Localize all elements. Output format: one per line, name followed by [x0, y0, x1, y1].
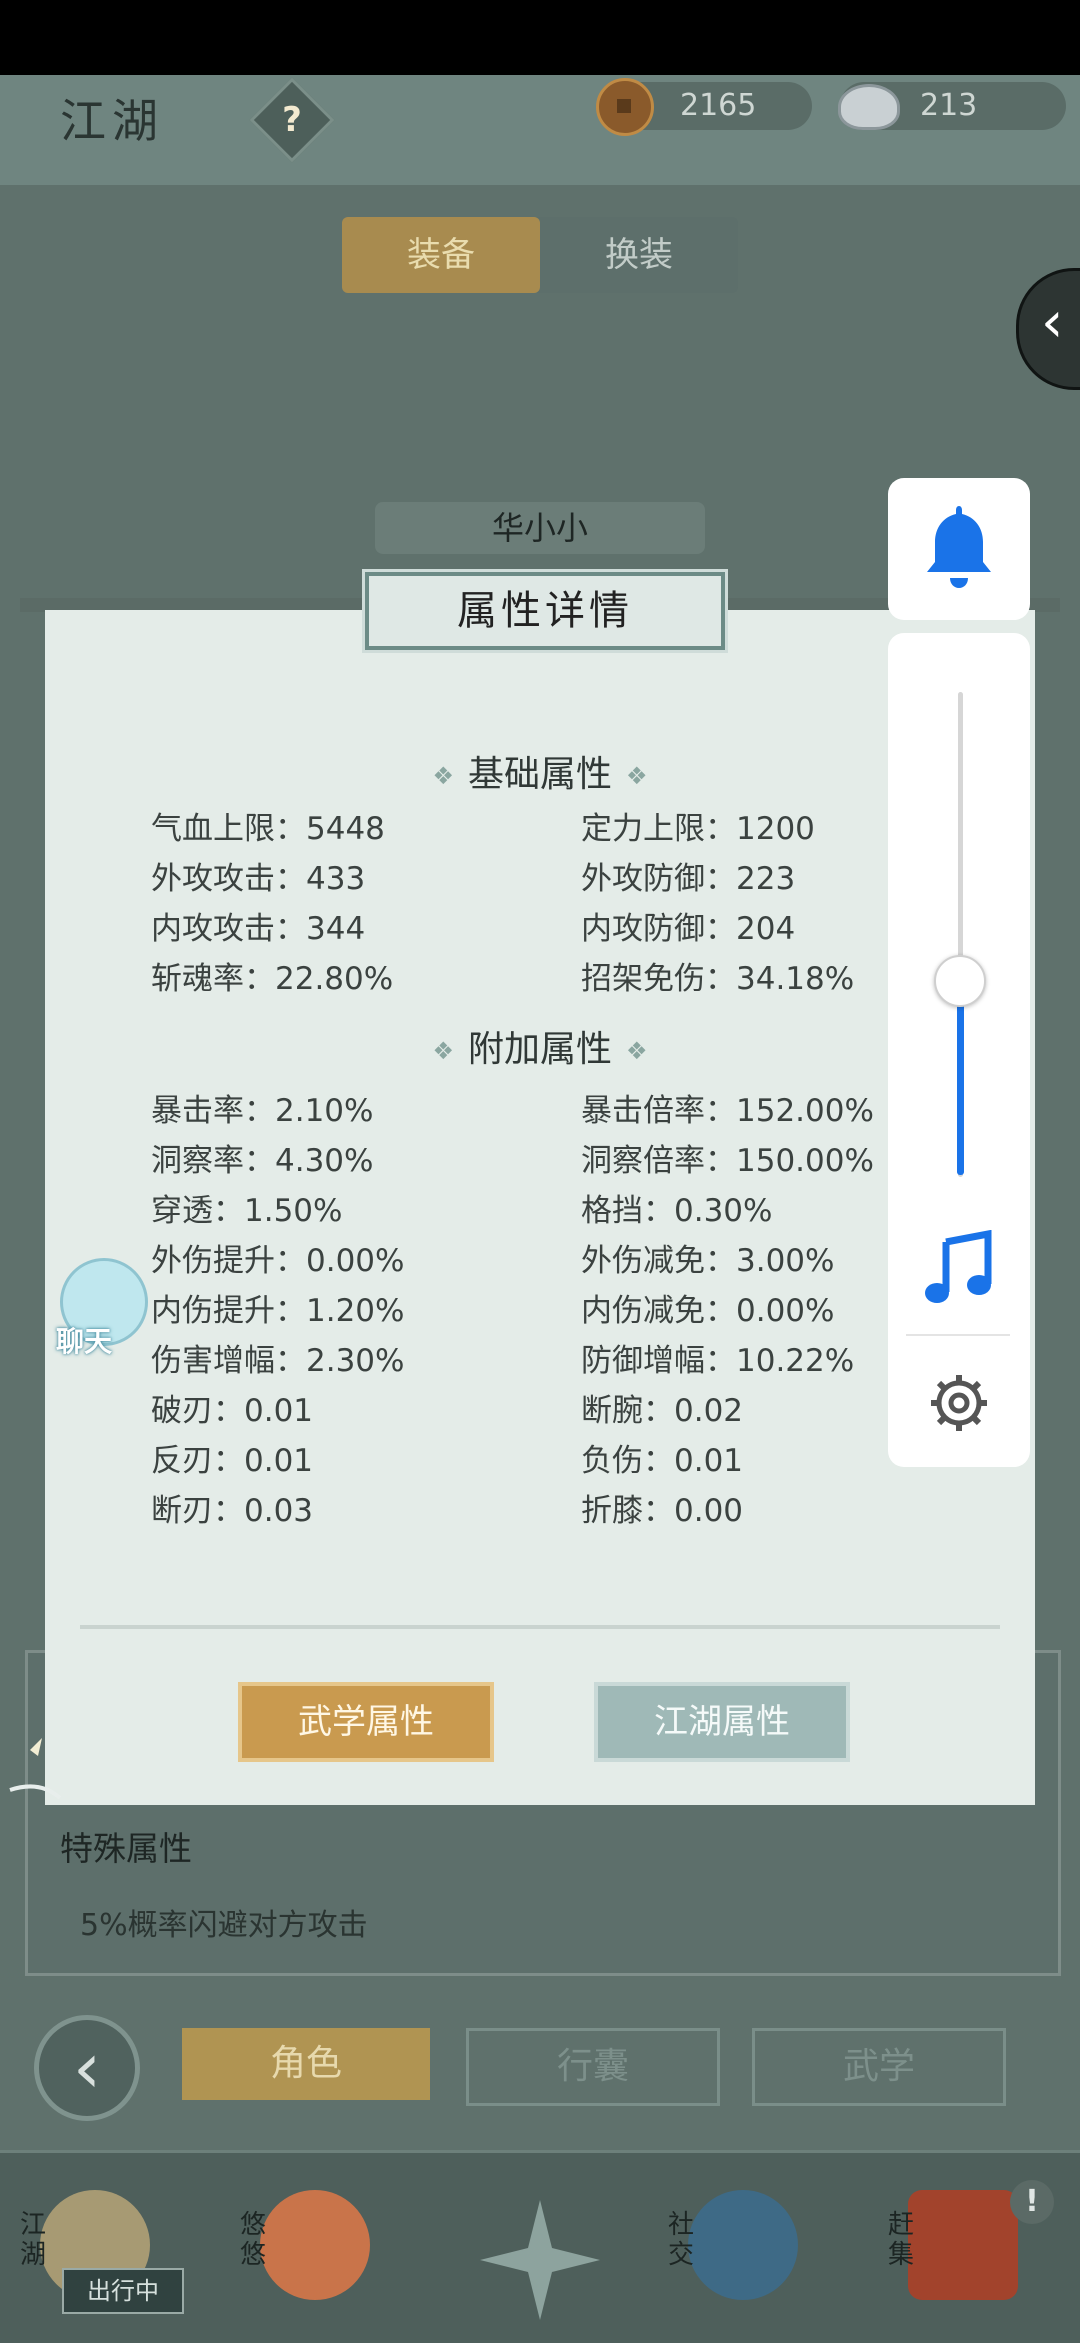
music-note-icon[interactable]: [920, 1230, 998, 1310]
stat-outer-attack: 外攻攻击：433: [151, 861, 366, 897]
copper-coin-icon: [596, 78, 654, 136]
stat-soul-slash: 斩魂率：22.80%: [151, 961, 394, 997]
swallow-icon: [260, 2190, 370, 2300]
stat-outer-dmg-boost: 外伤提升：0.00%: [151, 1243, 405, 1279]
stat-damage-amp: 伤害增幅：2.30%: [151, 1343, 405, 1379]
stat-crit-multiplier: 暴击倍率：152.00%: [581, 1093, 874, 1129]
martial-attributes-button[interactable]: 武学属性: [238, 1682, 494, 1762]
dock-youyou[interactable]: 悠悠: [240, 2190, 390, 2320]
bell-icon: [927, 506, 991, 588]
chevron-left-icon: ‹: [1041, 290, 1064, 355]
compass-star-icon[interactable]: [480, 2200, 600, 2320]
stat-inner-dmg-boost: 内伤提升：1.20%: [151, 1293, 405, 1329]
special-attributes-title: 特殊属性: [60, 1829, 192, 1868]
silver-ingot-icon: [838, 84, 900, 130]
stat-insight-rate: 洞察率：4.30%: [151, 1143, 374, 1179]
dock-social[interactable]: 社交: [668, 2190, 818, 2320]
diamond-icon: ❖: [432, 1037, 454, 1065]
silver-currency: 213: [838, 82, 1066, 130]
tab-change-outfit[interactable]: 换装: [540, 217, 738, 293]
stat-outer-dmg-reduction: 外伤减免：3.00%: [581, 1243, 835, 1279]
nav-tab-bag[interactable]: 行囊: [466, 2028, 720, 2106]
game-title: 江湖: [60, 94, 164, 148]
diamond-icon: ❖: [432, 762, 454, 790]
basic-section-header: ❖ 基础属性 ❖: [432, 754, 648, 795]
stat-broken-blade: 断刃：0.03: [151, 1493, 314, 1529]
status-bar: [0, 0, 1080, 75]
outing-status-badge: 出行中: [62, 2268, 184, 2314]
wave-icon: [688, 2190, 798, 2300]
equip-tabs: 装备 换装: [342, 217, 738, 293]
butterfly-decoration: [9, 1738, 62, 1800]
stat-crit-rate: 暴击率：2.10%: [151, 1093, 374, 1129]
copper-amount: 2165: [680, 88, 757, 123]
gear-icon[interactable]: [926, 1370, 992, 1436]
question-icon: ?: [282, 100, 302, 140]
volume-slider-handle[interactable]: [934, 955, 986, 1007]
diamond-icon: ❖: [626, 1037, 648, 1065]
alert-icon: !: [1010, 2180, 1054, 2224]
nav-tab-role[interactable]: 角色: [182, 2028, 430, 2100]
stat-counter-blade: 反刃：0.01: [151, 1443, 314, 1479]
stat-hp-max: 气血上限：5448: [151, 811, 385, 847]
stat-parry-reduction: 招架免伤：34.18%: [581, 961, 855, 997]
dock-label-youyou: 悠悠: [240, 2210, 267, 2270]
panel-title: 属性详情: [365, 572, 725, 650]
jianghu-attributes-button[interactable]: 江湖属性: [594, 1682, 850, 1762]
stat-inner-attack: 内攻攻击：344: [151, 911, 366, 947]
character-name: 华小小: [375, 502, 705, 554]
diamond-icon: ❖: [626, 762, 648, 790]
stat-insight-multiplier: 洞察倍率：150.00%: [581, 1143, 874, 1179]
special-attributes-text: 5%概率闪避对方攻击: [80, 1908, 368, 1943]
dock-label-market: 赶集: [888, 2210, 915, 2270]
nav-tab-martial[interactable]: 武学: [752, 2028, 1006, 2106]
dock-label-social: 社交: [668, 2210, 695, 2270]
stat-block: 格挡：0.30%: [581, 1193, 773, 1229]
side-collapse-button[interactable]: ‹: [1016, 268, 1080, 390]
silver-amount: 213: [920, 88, 978, 123]
panel-divider: [80, 1625, 1000, 1629]
tab-equip[interactable]: 装备: [342, 217, 540, 293]
back-button[interactable]: ‹: [34, 2015, 140, 2121]
stat-wrist-break: 断腕：0.02: [581, 1393, 744, 1429]
stat-inner-dmg-reduction: 内伤减免：0.00%: [581, 1293, 835, 1329]
stat-outer-defense: 外攻防御：223: [581, 861, 796, 897]
chat-button[interactable]: 聊天: [42, 1258, 152, 1358]
stat-penetration: 穿透：1.50%: [151, 1193, 343, 1229]
dock-label-jianghu: 江湖: [20, 2210, 47, 2270]
back-arrow-icon: ‹: [73, 2027, 101, 2109]
chat-label: 聊天: [56, 1325, 113, 1358]
stat-inner-defense: 内攻防御：204: [581, 911, 796, 947]
copper-currency: 2165: [596, 78, 812, 136]
volume-slider-fill: [957, 980, 964, 1175]
stat-knee-break: 折膝：0.00: [581, 1493, 744, 1529]
extra-section-header: ❖ 附加属性 ❖: [432, 1029, 648, 1070]
stat-blade-break: 破刃：0.01: [151, 1393, 314, 1429]
stat-focus-max: 定力上限：1200: [581, 811, 815, 847]
volume-panel-divider: [906, 1334, 1010, 1336]
market-chest-icon: [908, 2190, 1018, 2300]
stat-defense-amp: 防御增幅：10.22%: [581, 1343, 855, 1379]
notification-button[interactable]: [888, 478, 1030, 620]
stat-injury: 负伤：0.01: [581, 1443, 744, 1479]
